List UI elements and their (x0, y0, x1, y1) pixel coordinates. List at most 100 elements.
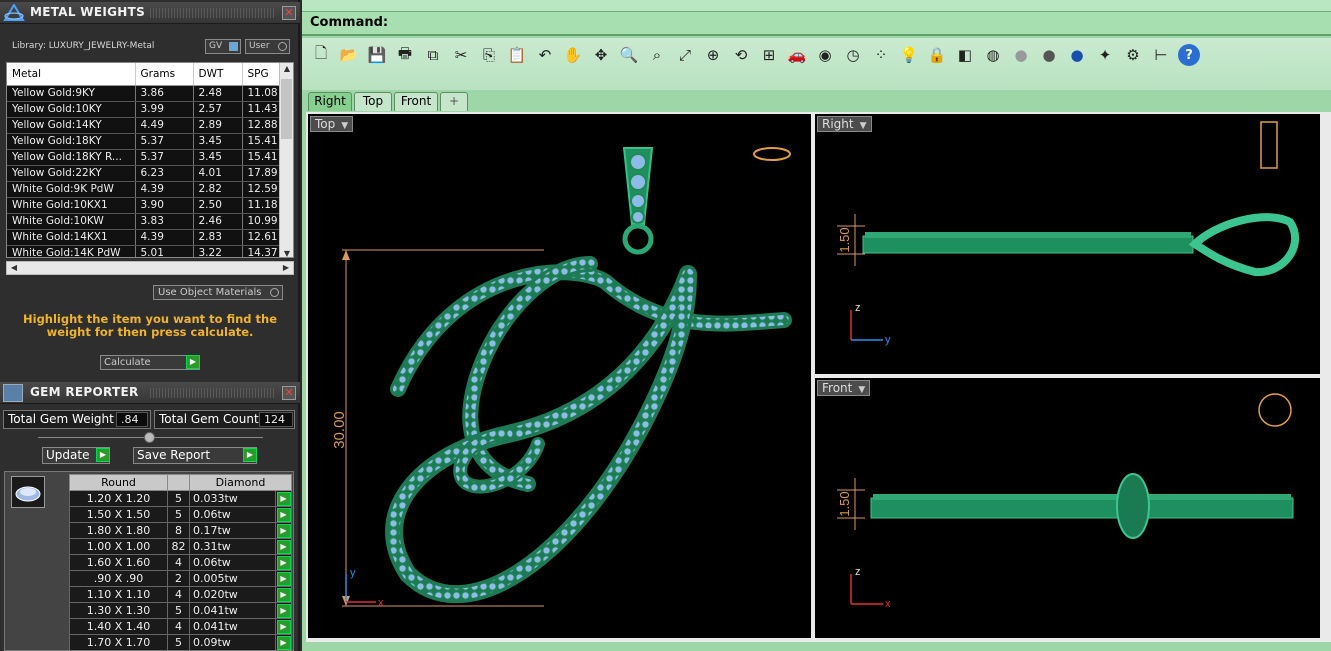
table-row[interactable]: White Gold:14KX1 4.39 2.83 12.61 (7, 229, 283, 246)
titlebar-grip[interactable] (150, 388, 275, 398)
select-row-button[interactable]: ▶ (275, 618, 292, 635)
command-bar[interactable]: Command: (302, 0, 1331, 36)
layers-icon[interactable]: ◧ (954, 44, 976, 66)
calculate-button[interactable]: Calculate ▶ (100, 355, 200, 370)
copy-icon[interactable]: ⎘ (478, 44, 500, 66)
play-icon[interactable]: ▶ (276, 603, 291, 618)
user-toggle[interactable]: User (245, 39, 290, 54)
gem-table[interactable]: Round Diamond 1.20 X 1.20 5 0.033tw ▶ 1.50 X… (4, 471, 294, 651)
cut-icon[interactable]: ✂ (450, 44, 472, 66)
select-row-button[interactable]: ▶ (275, 554, 292, 571)
metal-table-hscroll[interactable]: ◀ ▶ (6, 261, 294, 275)
sphere-grey-icon[interactable]: ● (1010, 44, 1032, 66)
col-dwt[interactable]: DWT (193, 63, 243, 86)
import-icon[interactable]: ⧉ (422, 44, 444, 66)
scroll-right-icon[interactable]: ▶ (279, 263, 293, 272)
render-icon[interactable]: ✦ (1094, 44, 1116, 66)
play-icon[interactable]: ▶ (186, 355, 200, 369)
undo-icon[interactable]: ↶ (534, 44, 556, 66)
gv-toggle[interactable]: GV (205, 39, 241, 54)
select-row-button[interactable]: ▶ (275, 538, 292, 555)
table-row[interactable]: White Gold:10KW 3.83 2.46 10.99 (7, 213, 283, 230)
col-spg[interactable]: SPG (242, 63, 283, 86)
select-row-button[interactable]: ▶ (275, 634, 292, 650)
table-row[interactable]: 1.50 X 1.50 5 0.06tw ▶ (69, 506, 292, 523)
play-icon[interactable]: ▶ (276, 587, 291, 602)
table-row[interactable]: 1.60 X 1.60 4 0.06tw ▶ (69, 554, 292, 571)
select-row-button[interactable]: ▶ (275, 522, 292, 539)
save-report-button[interactable]: Save Report ▶ (133, 447, 257, 464)
table-row[interactable]: 1.40 X 1.40 4 0.041tw ▶ (69, 618, 292, 635)
update-button[interactable]: Update ▶ (42, 447, 110, 464)
metal-table[interactable]: Metal Grams DWT SPG Yellow Gold:9KY 3.86 2… (6, 62, 294, 258)
sphere-dark-icon[interactable]: ● (1038, 44, 1060, 66)
pan-icon[interactable]: ✋ (562, 44, 584, 66)
car-icon[interactable]: 🚗 (786, 44, 808, 66)
table-row[interactable]: 1.30 X 1.30 5 0.041tw ▶ (69, 602, 292, 619)
table-row[interactable]: Yellow Gold:14KY 4.49 2.89 12.88 (7, 117, 283, 134)
select-row-button[interactable]: ▶ (275, 490, 292, 507)
select-row-button[interactable]: ▶ (275, 586, 292, 603)
table-row[interactable]: .90 X .90 2 0.005tw ▶ (69, 570, 292, 587)
table-row[interactable]: Yellow Gold:18KY 5.37 3.45 15.41 (7, 133, 283, 150)
col-shape[interactable]: Round (69, 474, 168, 491)
points-icon[interactable]: ⁘ (870, 44, 892, 66)
dimension-icon[interactable]: ⊢ (1150, 44, 1172, 66)
metal-table-vscroll[interactable]: ▲ ▼ (279, 63, 293, 257)
table-row[interactable]: 1.70 X 1.70 5 0.09tw ▶ (69, 634, 292, 650)
scroll-up-icon[interactable]: ▲ (280, 64, 293, 73)
play-icon[interactable]: ▶ (276, 571, 291, 586)
save-icon[interactable]: 💾 (366, 44, 388, 66)
play-icon[interactable]: ▶ (243, 448, 257, 462)
move-icon[interactable]: ✥ (590, 44, 612, 66)
clock-icon[interactable]: ◷ (842, 44, 864, 66)
tab-top[interactable]: Top (354, 92, 392, 111)
table-row[interactable]: Yellow Gold:10KY 3.99 2.57 11.43 (7, 101, 283, 118)
table-row[interactable]: Yellow Gold:9KY 3.86 2.48 11.08 (7, 85, 283, 102)
select-row-button[interactable]: ▶ (275, 506, 292, 523)
chevron-down-icon[interactable]: ▼ (858, 383, 865, 397)
play-icon[interactable]: ▶ (276, 555, 291, 570)
table-row[interactable]: White Gold:10KX1 3.90 2.50 11.18 (7, 197, 283, 214)
play-icon[interactable]: ▶ (276, 635, 291, 650)
tab-front[interactable]: Front (394, 92, 438, 111)
play-icon[interactable]: ▶ (276, 539, 291, 554)
table-row[interactable]: 1.00 X 1.00 82 0.31tw ▶ (69, 538, 292, 555)
zoom-extents-icon[interactable]: ⤢ (674, 44, 696, 66)
gem-reporter-titlebar[interactable]: GEM REPORTER ✕ (0, 382, 300, 404)
scroll-down-icon[interactable]: ▼ (280, 249, 293, 257)
viewport-label-front[interactable]: Front ▼ (817, 380, 871, 397)
use-object-materials-toggle[interactable]: Use Object Materials (153, 285, 283, 300)
table-row[interactable]: 1.20 X 1.20 5 0.033tw ▶ (69, 490, 292, 507)
col-metal[interactable]: Metal (7, 63, 136, 86)
play-icon[interactable]: ▶ (276, 523, 291, 538)
table-row[interactable]: Yellow Gold:22KY 6.23 4.01 17.89 (7, 165, 283, 182)
viewport-top[interactable]: 30.00 y x Top ▼ (308, 114, 811, 638)
viewport-front[interactable]: 1.50 z x Front ▼ (815, 378, 1320, 638)
scroll-left-icon[interactable]: ◀ (7, 263, 21, 272)
viewport-label-right[interactable]: Right ▼ (817, 116, 872, 132)
paste-icon[interactable]: 📋 (506, 44, 528, 66)
play-icon[interactable]: ▶ (276, 507, 291, 522)
print-icon[interactable]: 🖶 (394, 44, 416, 66)
lightbulb-icon[interactable]: 💡 (898, 44, 920, 66)
table-row[interactable]: White Gold:9K PdW 4.39 2.82 12.59 (7, 181, 283, 198)
zoom-window-icon[interactable]: ⌕ (646, 44, 668, 66)
chevron-down-icon[interactable]: ▼ (341, 119, 348, 133)
col-stone[interactable]: Diamond (189, 474, 292, 491)
scroll-thumb[interactable] (281, 79, 292, 139)
titlebar-grip[interactable] (150, 8, 275, 18)
zoom-in-icon[interactable]: 🔍 (618, 44, 640, 66)
open-icon[interactable]: 📂 (338, 44, 360, 66)
four-viewports-icon[interactable]: ⊞ (758, 44, 780, 66)
add-tab-icon[interactable]: + (440, 92, 468, 111)
chevron-down-icon[interactable]: ▼ (860, 119, 867, 133)
help-icon[interactable]: ? (1178, 44, 1200, 66)
play-icon[interactable]: ▶ (276, 491, 291, 506)
sphere-blue-icon[interactable]: ● (1066, 44, 1088, 66)
col-count[interactable] (167, 474, 190, 491)
eye-icon[interactable]: ◉ (814, 44, 836, 66)
metal-weights-titlebar[interactable]: METAL WEIGHTS ✕ (0, 2, 300, 24)
rotate-view-icon[interactable]: ⟲ (730, 44, 752, 66)
table-row[interactable]: 1.10 X 1.10 4 0.020tw ▶ (69, 586, 292, 603)
